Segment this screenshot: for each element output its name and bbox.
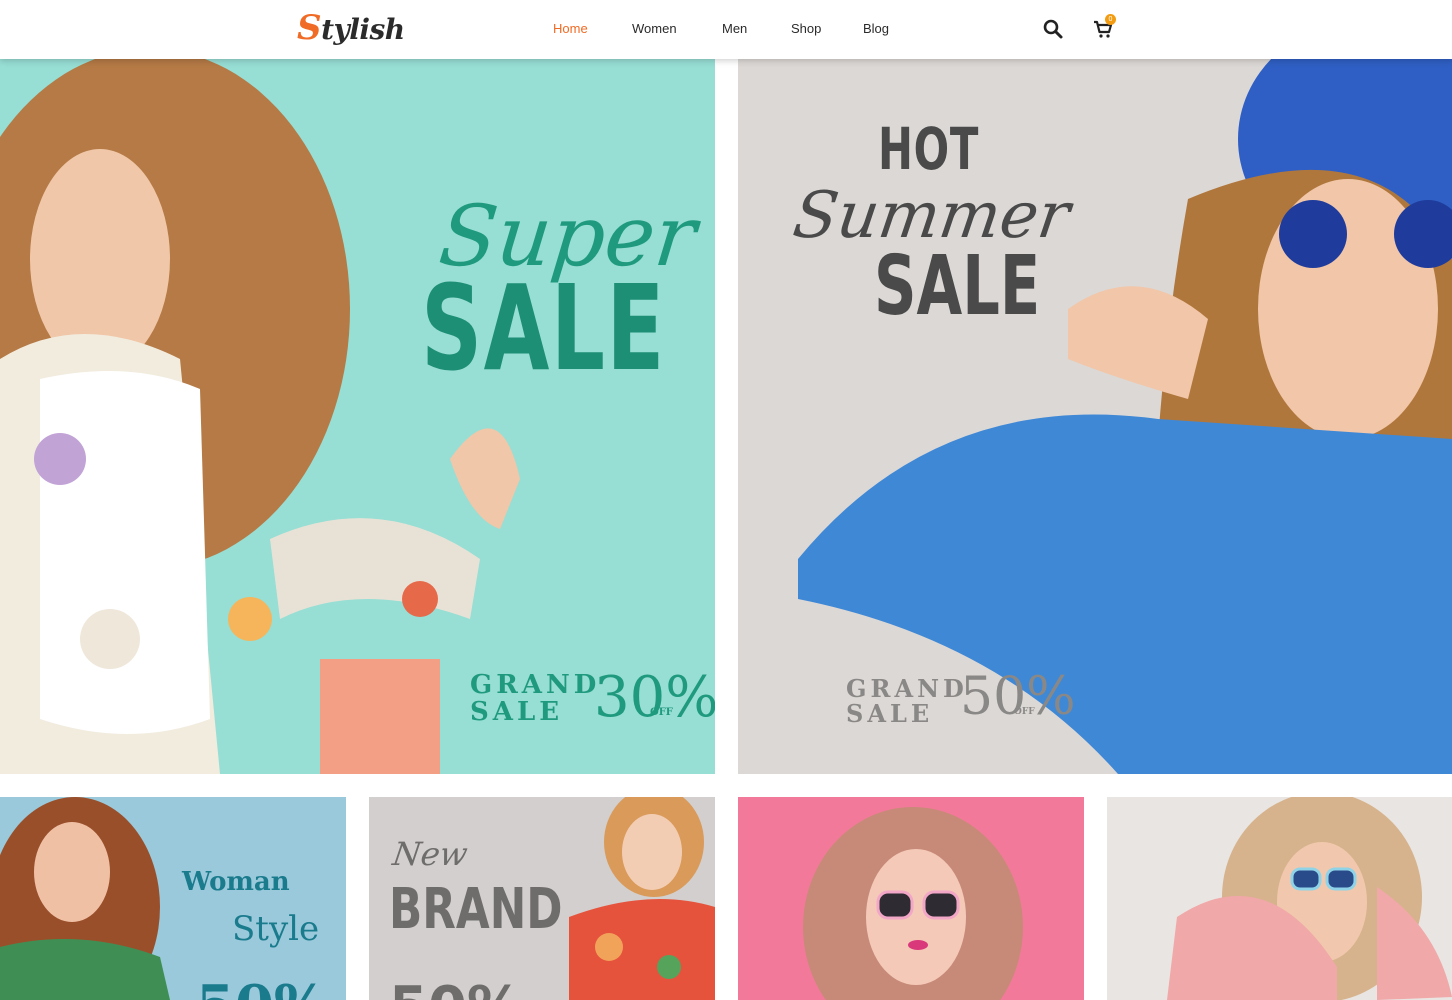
- model-illustration: [0, 797, 170, 1000]
- model-illustration: [798, 59, 1452, 774]
- brand-heading: BRAND: [389, 877, 563, 942]
- sunglasses-promo-banner[interactable]: [738, 797, 1084, 1000]
- super-sale-banner[interactable]: Super SALE GRAND SALE 30% OFF: [0, 59, 715, 774]
- discount-percent: 50%: [196, 973, 327, 1000]
- sale-text: SALE: [470, 697, 564, 727]
- logo-letter: S: [297, 8, 322, 48]
- sale-heading: SALE: [874, 239, 1041, 334]
- model-illustration: [803, 807, 1023, 1000]
- nav-shop[interactable]: Shop: [791, 21, 821, 36]
- discount-percent: 30%: [594, 665, 715, 730]
- site-header: Stylish Home Women Men Shop Blog 0: [0, 0, 1452, 59]
- grand-sale-label: GRAND SALE: [846, 676, 968, 726]
- new-brand-banner[interactable]: New BRAND 50%: [369, 797, 715, 1000]
- off-label: OFF: [1014, 707, 1035, 717]
- summer-sale-banner[interactable]: HOT Summer SALE GRAND SALE 50% OFF: [738, 59, 1452, 774]
- model-illustration: [1167, 797, 1452, 1000]
- nav-men[interactable]: Men: [722, 21, 747, 36]
- style-heading: Style: [232, 909, 320, 949]
- nav-women[interactable]: Women: [632, 21, 677, 36]
- woman-heading: Woman: [182, 867, 290, 897]
- nav-blog[interactable]: Blog: [863, 21, 889, 36]
- off-label: OFF: [650, 707, 673, 718]
- nav-home[interactable]: Home: [553, 21, 588, 36]
- cart-count-badge: 0: [1105, 14, 1116, 25]
- sale-text: SALE: [846, 699, 934, 728]
- new-heading: New: [390, 835, 470, 873]
- discount-percent: 50%: [389, 975, 523, 1000]
- sale-heading: SALE: [421, 259, 666, 397]
- grand-text: GRAND: [470, 670, 601, 700]
- logo-text: tylish: [321, 13, 405, 46]
- discount-percent: 50%: [960, 667, 1076, 727]
- site-logo[interactable]: Stylish: [297, 8, 405, 50]
- grand-sale-label: GRAND SALE: [470, 672, 600, 726]
- search-icon[interactable]: [1041, 17, 1065, 41]
- woman-style-banner[interactable]: Woman Style 50%: [0, 797, 346, 1000]
- fashion-promo-banner[interactable]: [1107, 797, 1452, 1000]
- hot-heading: HOT: [878, 115, 980, 183]
